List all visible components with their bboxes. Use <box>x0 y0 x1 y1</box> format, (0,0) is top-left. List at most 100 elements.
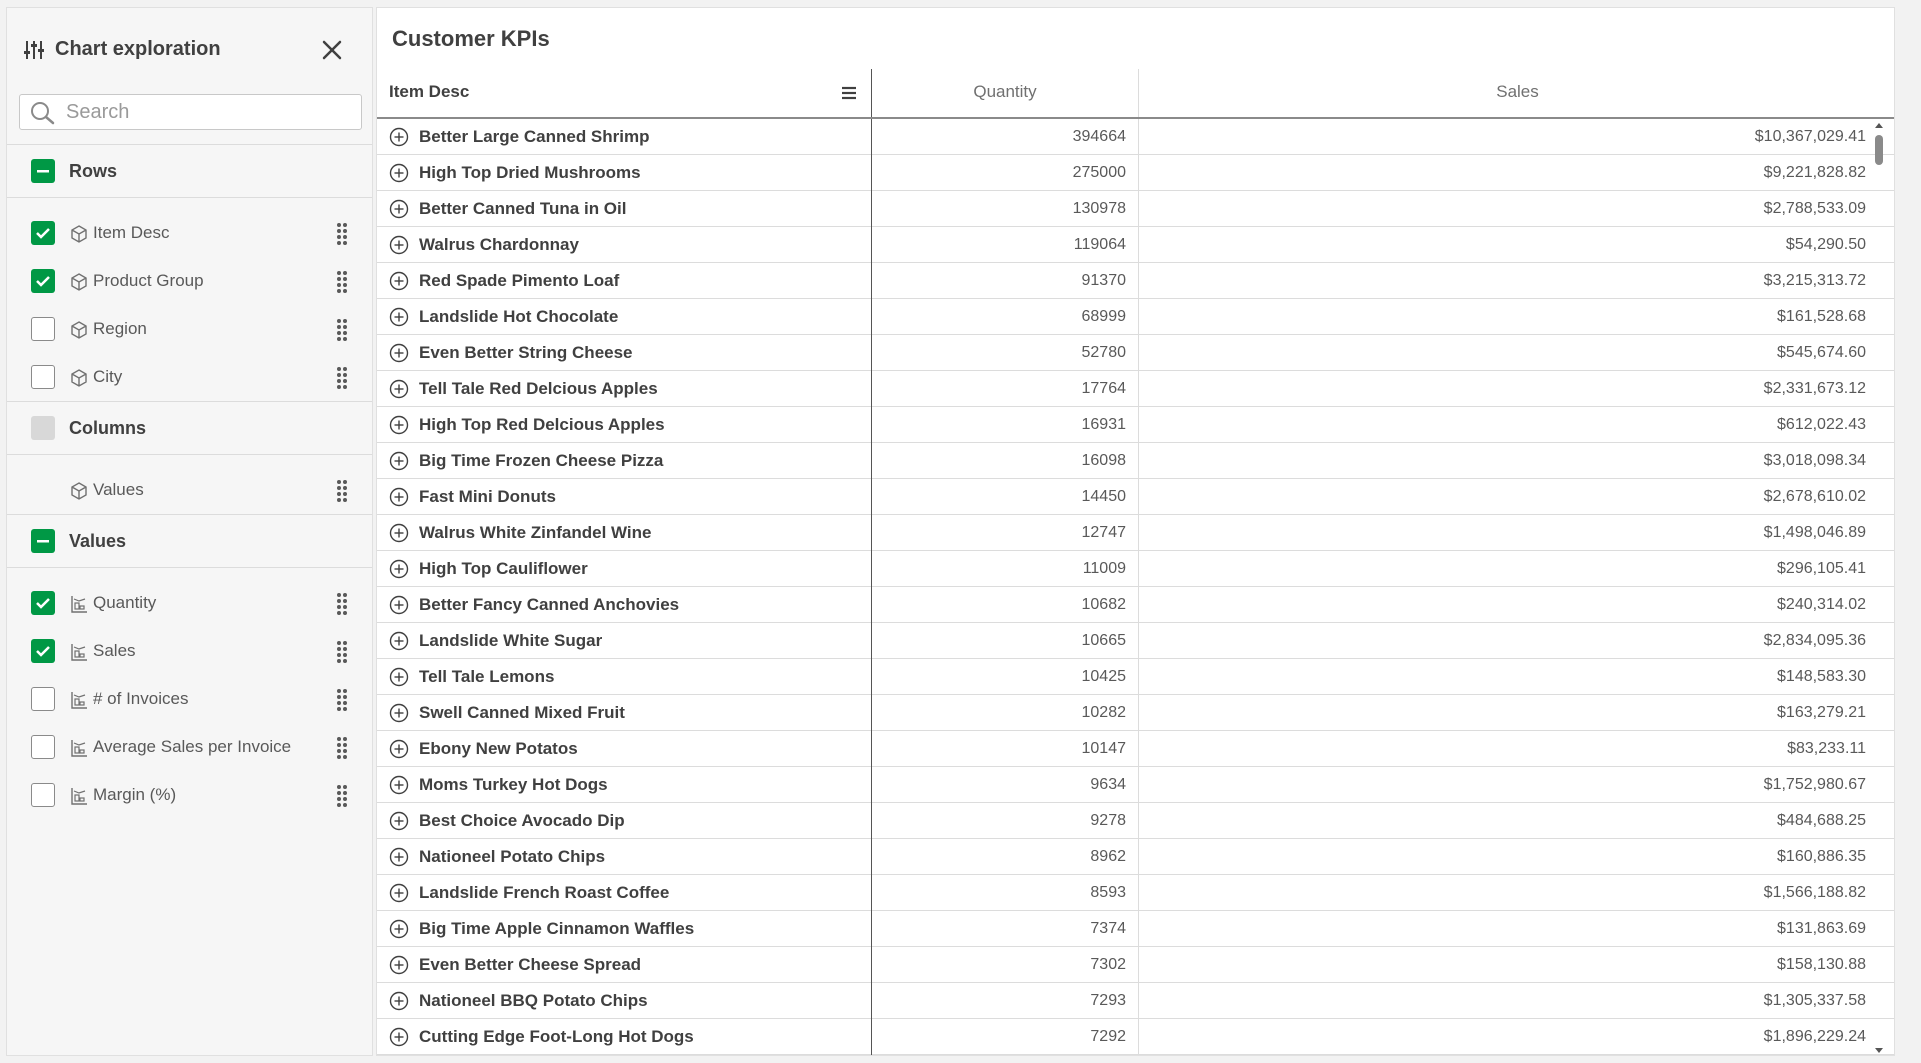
header-item-desc[interactable]: Item Desc <box>377 69 872 117</box>
drag-handle-icon[interactable] <box>335 365 349 389</box>
drag-handle-icon[interactable] <box>335 735 349 759</box>
row-field-product-group[interactable]: Product Group <box>7 257 372 305</box>
expand-plus-icon[interactable] <box>389 847 409 867</box>
product-group-checkbox[interactable] <box>31 269 55 293</box>
expand-plus-icon[interactable] <box>389 199 409 219</box>
sales-value: $1,305,337.58 <box>1763 992 1866 1009</box>
region-checkbox[interactable] <box>31 317 55 341</box>
avg-sales-checkbox[interactable] <box>31 735 55 759</box>
scroll-thumb[interactable] <box>1875 135 1883 165</box>
item-desc-text[interactable]: Nationeel Potato Chips <box>419 847 605 867</box>
vertical-scrollbar[interactable] <box>1872 119 1886 1056</box>
expand-plus-icon[interactable] <box>389 343 409 363</box>
rows-section-header[interactable]: Rows <box>7 144 372 198</box>
city-checkbox[interactable] <box>31 365 55 389</box>
margin-checkbox[interactable] <box>31 783 55 807</box>
expand-plus-icon[interactable] <box>389 307 409 327</box>
item-desc-text[interactable]: Landslide French Roast Coffee <box>419 883 669 903</box>
search-input[interactable] <box>66 95 356 129</box>
item-desc-text[interactable]: Even Better Cheese Spread <box>419 955 641 975</box>
expand-plus-icon[interactable] <box>389 703 409 723</box>
quantity-checkbox[interactable] <box>31 591 55 615</box>
expand-plus-icon[interactable] <box>389 883 409 903</box>
values-section-header[interactable]: Values <box>7 514 372 568</box>
expand-plus-icon[interactable] <box>389 811 409 831</box>
drag-handle-icon[interactable] <box>335 591 349 615</box>
item-desc-text[interactable]: Big Time Frozen Cheese Pizza <box>419 451 663 471</box>
item-desc-text[interactable]: Better Fancy Canned Anchovies <box>419 595 679 615</box>
row-field-item-desc[interactable]: Item Desc <box>7 209 372 257</box>
expand-plus-icon[interactable] <box>389 415 409 435</box>
header-quantity[interactable]: Quantity <box>872 69 1139 117</box>
item-desc-text[interactable]: Walrus Chardonnay <box>419 235 579 255</box>
expand-plus-icon[interactable] <box>389 1027 409 1047</box>
drag-handle-icon[interactable] <box>335 687 349 711</box>
row-field-city[interactable]: City <box>7 353 372 401</box>
table-row: Swell Canned Mixed Fruit 10282 $163,279.21 <box>377 695 1894 731</box>
item-desc-text[interactable]: Ebony New Potatos <box>419 739 578 759</box>
item-desc-checkbox[interactable] <box>31 221 55 245</box>
expand-plus-icon[interactable] <box>389 919 409 939</box>
drag-handle-icon[interactable] <box>335 783 349 807</box>
item-desc-text[interactable]: Big Time Apple Cinnamon Waffles <box>419 919 694 939</box>
header-label: Quantity <box>973 82 1037 101</box>
expand-plus-icon[interactable] <box>389 955 409 975</box>
num-invoices-checkbox[interactable] <box>31 687 55 711</box>
expand-plus-icon[interactable] <box>389 127 409 147</box>
menu-icon[interactable] <box>839 83 859 103</box>
item-desc-text[interactable]: Walrus White Zinfandel Wine <box>419 523 652 543</box>
header-sales[interactable]: Sales <box>1139 69 1894 117</box>
expand-plus-icon[interactable] <box>389 235 409 255</box>
item-desc-text[interactable]: Better Canned Tuna in Oil <box>419 199 626 219</box>
value-field-margin[interactable]: Margin (%) <box>7 771 372 819</box>
value-field-sales[interactable]: Sales <box>7 627 372 675</box>
expand-plus-icon[interactable] <box>389 379 409 399</box>
expand-plus-icon[interactable] <box>389 667 409 687</box>
value-field-num-invoices[interactable]: # of Invoices <box>7 675 372 723</box>
row-field-region[interactable]: Region <box>7 305 372 353</box>
rows-partial-checkbox[interactable] <box>31 159 55 183</box>
item-desc-text[interactable]: Landslide White Sugar <box>419 631 602 651</box>
drag-handle-icon[interactable] <box>335 269 349 293</box>
drag-handle-icon[interactable] <box>335 478 349 502</box>
expand-plus-icon[interactable] <box>389 739 409 759</box>
drag-handle-icon[interactable] <box>335 317 349 341</box>
item-desc-text[interactable]: Red Spade Pimento Loaf <box>419 271 619 291</box>
expand-plus-icon[interactable] <box>389 775 409 795</box>
item-desc-text[interactable]: Fast Mini Donuts <box>419 487 556 507</box>
expand-plus-icon[interactable] <box>389 523 409 543</box>
expand-plus-icon[interactable] <box>389 991 409 1011</box>
scroll-up-icon[interactable] <box>1872 119 1886 131</box>
drag-handle-icon[interactable] <box>335 639 349 663</box>
item-desc-text[interactable]: Cutting Edge Foot-Long Hot Dogs <box>419 1027 694 1047</box>
expand-plus-icon[interactable] <box>389 631 409 651</box>
item-desc-text[interactable]: Tell Tale Red Delcious Apples <box>419 379 658 399</box>
expand-plus-icon[interactable] <box>389 559 409 579</box>
column-field-values[interactable]: Values <box>7 466 372 514</box>
item-desc-text[interactable]: Landslide Hot Chocolate <box>419 307 618 327</box>
drag-handle-icon[interactable] <box>335 221 349 245</box>
expand-plus-icon[interactable] <box>389 163 409 183</box>
item-desc-text[interactable]: Even Better String Cheese <box>419 343 633 363</box>
sales-checkbox[interactable] <box>31 639 55 663</box>
item-desc-text[interactable]: High Top Red Delcious Apples <box>419 415 665 435</box>
expand-plus-icon[interactable] <box>389 451 409 471</box>
expand-plus-icon[interactable] <box>389 271 409 291</box>
expand-plus-icon[interactable] <box>389 487 409 507</box>
close-icon[interactable] <box>319 37 345 63</box>
expand-plus-icon[interactable] <box>389 595 409 615</box>
value-field-avg-sales-per-invoice[interactable]: Average Sales per Invoice <box>7 723 372 771</box>
item-desc-text[interactable]: Moms Turkey Hot Dogs <box>419 775 608 795</box>
item-desc-text[interactable]: High Top Cauliflower <box>419 559 588 579</box>
values-partial-checkbox[interactable] <box>31 529 55 553</box>
item-desc-text[interactable]: Swell Canned Mixed Fruit <box>419 703 625 723</box>
cell-item-desc: Swell Canned Mixed Fruit <box>377 695 872 731</box>
item-desc-text[interactable]: Better Large Canned Shrimp <box>419 127 650 147</box>
value-field-quantity[interactable]: Quantity <box>7 579 372 627</box>
item-desc-text[interactable]: High Top Dried Mushrooms <box>419 163 641 183</box>
item-desc-text[interactable]: Tell Tale Lemons <box>419 667 554 687</box>
item-desc-text[interactable]: Nationeel BBQ Potato Chips <box>419 991 648 1011</box>
item-desc-text[interactable]: Best Choice Avocado Dip <box>419 811 625 831</box>
scroll-down-icon[interactable] <box>1872 1045 1886 1056</box>
search-box[interactable] <box>19 94 362 130</box>
